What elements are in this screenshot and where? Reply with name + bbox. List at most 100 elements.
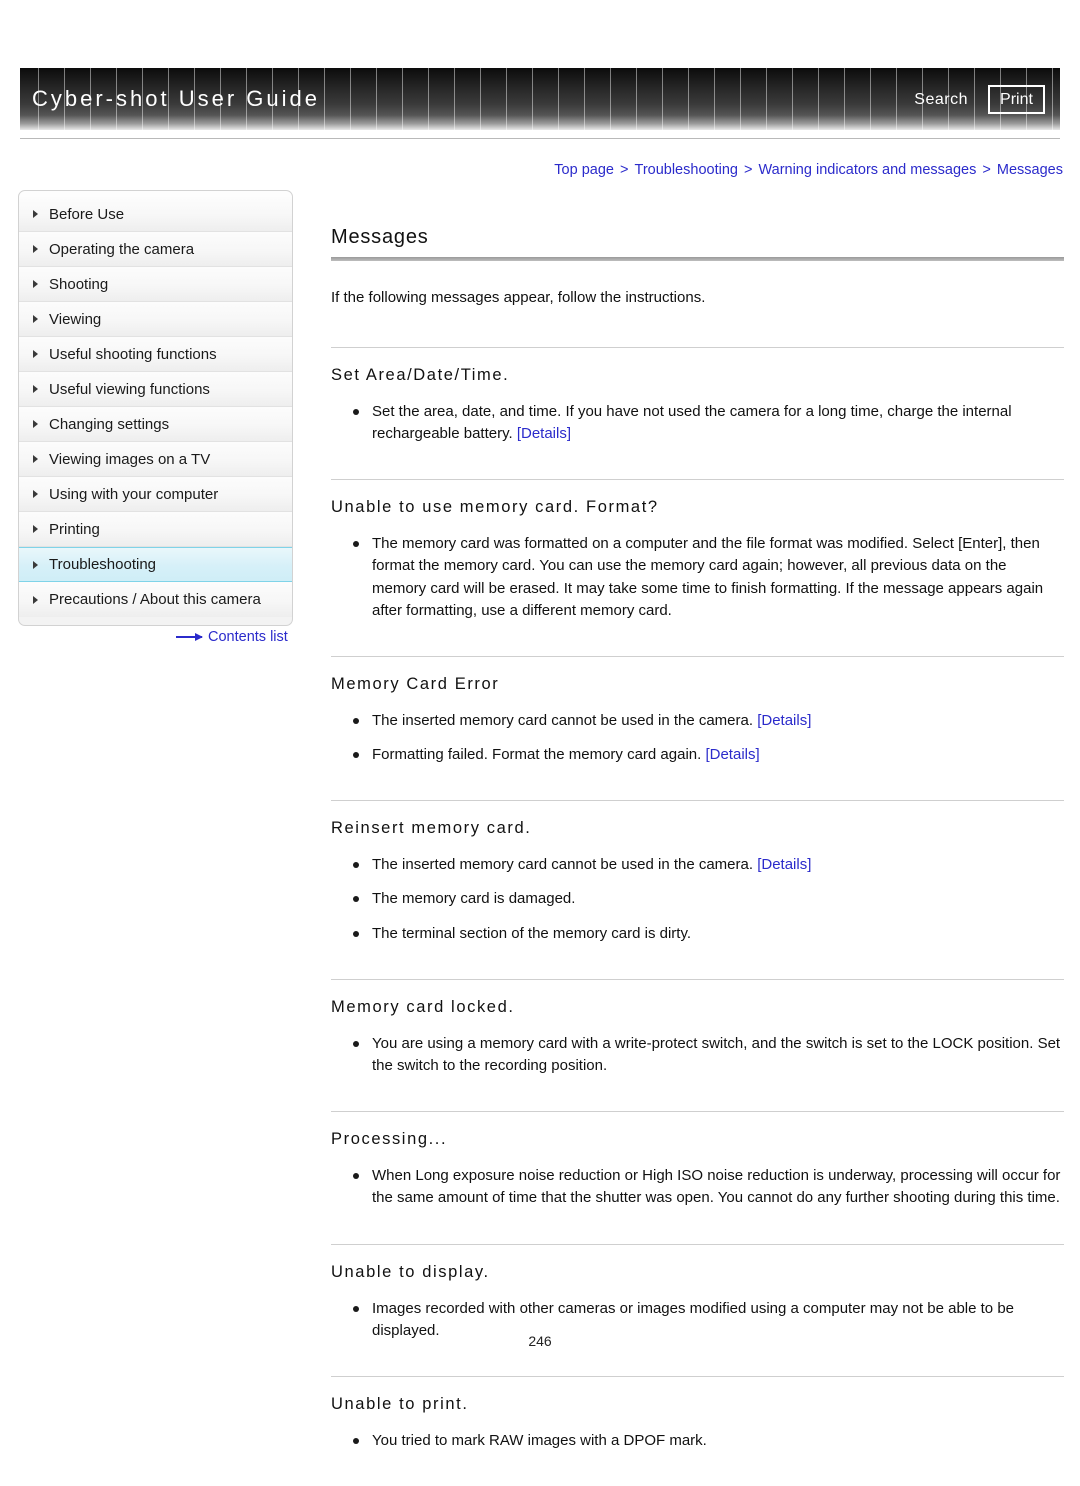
- sidebar-item-label: Useful shooting functions: [49, 345, 217, 363]
- section-divider: [331, 346, 1064, 348]
- section-memory-card-error: Memory Card Error The inserted memory car…: [331, 655, 1064, 766]
- section-unable-to-print: Unable to print. You tried to mark RAW im…: [331, 1375, 1064, 1452]
- list-item: You tried to mark RAW images with a DPOF…: [353, 1430, 1064, 1452]
- sidebar-item-troubleshooting[interactable]: Troubleshooting: [19, 547, 292, 582]
- triangle-right-icon: [33, 420, 38, 428]
- details-link[interactable]: [Details]: [705, 746, 759, 763]
- section-heading: Unable to use memory card. Format?: [331, 498, 659, 517]
- breadcrumb-item-3[interactable]: Warning indicators and messages: [758, 162, 976, 178]
- list-item-text: Formatting failed. Format the memory car…: [372, 746, 702, 764]
- sidebar-item-operating-the-camera[interactable]: Operating the camera: [19, 232, 292, 267]
- page-number: 246: [528, 1333, 552, 1349]
- list-item: The inserted memory card cannot be used …: [353, 854, 1064, 876]
- list-item: You are using a memory card with a write…: [353, 1033, 1064, 1077]
- sidebar-item-changing-settings[interactable]: Changing settings: [19, 407, 292, 442]
- sidebar-item-label: Using with your computer: [49, 485, 219, 503]
- section-memory-card-locked: Memory card locked. You are using a memor…: [331, 978, 1064, 1077]
- list-item-text: The memory card is damaged.: [372, 890, 576, 908]
- sidebar-item-viewing-images-on-a-tv[interactable]: Viewing images on a TV: [19, 442, 292, 477]
- header-banner: Cyber-shot User Guide Search Print: [20, 68, 1060, 130]
- list-item-text: Set the area, date, and time. If you hav…: [372, 402, 1012, 442]
- bullet-list: You tried to mark RAW images with a DPOF…: [331, 1430, 1064, 1452]
- sidebar-item-precautions-about-this-camera[interactable]: Precautions / About this camera: [19, 582, 292, 617]
- app-title: Cyber-shot User Guide: [32, 86, 320, 111]
- section-divider: [331, 1243, 1064, 1245]
- triangle-right-icon: [33, 455, 38, 463]
- list-item: The terminal section of the memory card …: [353, 923, 1064, 945]
- list-item-text: The memory card was formatted on a compu…: [372, 535, 1044, 619]
- contents-list-link[interactable]: Contents list: [176, 629, 288, 645]
- sidebar-item-label: Operating the camera: [49, 240, 195, 258]
- sidebar-item-label: Useful viewing functions: [49, 380, 210, 398]
- section-divider: [331, 978, 1064, 980]
- sidebar-item-label: Printing: [49, 520, 100, 538]
- section-heading: Memory Card Error: [331, 674, 500, 693]
- sidebar-item-useful-shooting-functions[interactable]: Useful shooting functions: [19, 337, 292, 372]
- details-link[interactable]: [Details]: [757, 856, 811, 873]
- section-heading: Unable to display.: [331, 1262, 490, 1281]
- triangle-right-icon: [33, 280, 38, 288]
- sidebar-item-label: Before Use: [49, 205, 125, 223]
- section-divider: [331, 800, 1064, 802]
- triangle-right-icon: [33, 490, 38, 498]
- section-heading: Memory card locked.: [331, 997, 515, 1016]
- breadcrumb-separator: >: [739, 162, 757, 178]
- header-divider: [20, 138, 1060, 139]
- sidebar-item-shooting[interactable]: Shooting: [19, 267, 292, 302]
- list-item-text: The terminal section of the memory card …: [372, 924, 691, 942]
- section-heading: Set Area/Date/Time.: [331, 365, 510, 384]
- triangle-right-icon: [33, 525, 38, 533]
- sidebar-item-label: Precautions / About this camera: [49, 591, 261, 608]
- triangle-right-icon: [33, 350, 38, 358]
- sidebar-item-label: Troubleshooting: [49, 556, 157, 573]
- section-reinsert-memory-card: Reinsert memory card. The inserted memory…: [331, 800, 1064, 945]
- triangle-right-icon: [33, 560, 38, 569]
- details-link[interactable]: [Details]: [757, 712, 811, 729]
- message-sections: Set Area/Date/Time. Set the area, date, a…: [331, 346, 1064, 1452]
- search-button[interactable]: Search: [914, 91, 968, 109]
- main-content: Messages If the following messages appea…: [331, 226, 1064, 1486]
- page-title: Messages: [331, 226, 429, 248]
- triangle-right-icon: [33, 315, 38, 323]
- section-unable-to-display: Unable to display. Images recorded with o…: [331, 1243, 1064, 1342]
- sidebar-item-label: Viewing: [49, 310, 102, 328]
- banner-stripes-background: Cyber-shot User Guide Search Print: [20, 68, 1060, 130]
- breadcrumb-item-1[interactable]: Top page: [554, 162, 614, 178]
- list-item: Formatting failed. Format the memory car…: [353, 744, 1064, 766]
- sidebar-item-printing[interactable]: Printing: [19, 512, 292, 547]
- sidebar-item-viewing[interactable]: Viewing: [19, 302, 292, 337]
- breadcrumb: Top page > Troubleshooting > Warning ind…: [554, 162, 1063, 178]
- triangle-right-icon: [33, 245, 38, 253]
- breadcrumb-item-2[interactable]: Troubleshooting: [635, 162, 738, 178]
- list-item: The inserted memory card cannot be used …: [353, 710, 1064, 732]
- intro-paragraph: If the following messages appear, follow…: [331, 289, 706, 306]
- bullet-list: The inserted memory card cannot be used …: [331, 710, 1064, 766]
- list-item-text: The inserted memory card cannot be used …: [372, 711, 754, 729]
- bullet-list: The inserted memory card cannot be used …: [331, 854, 1064, 945]
- details-link[interactable]: [Details]: [517, 425, 571, 442]
- section-divider: [331, 479, 1064, 481]
- section-processing: Processing... When Long exposure noise re…: [331, 1111, 1064, 1209]
- section-heading: Unable to print.: [331, 1394, 469, 1413]
- list-item: Set the area, date, and time. If you hav…: [353, 401, 1064, 445]
- sidebar-item-useful-viewing-functions[interactable]: Useful viewing functions: [19, 372, 292, 407]
- list-item-text: When Long exposure noise reduction or Hi…: [372, 1167, 1061, 1207]
- list-item: When Long exposure noise reduction or Hi…: [353, 1165, 1064, 1209]
- list-item-text: You tried to mark RAW images with a DPOF…: [372, 1431, 707, 1449]
- sidebar-item-using-with-your-computer[interactable]: Using with your computer: [19, 477, 292, 512]
- section-heading: Processing...: [331, 1130, 448, 1149]
- section-unable-to-use-memory-card-format: Unable to use memory card. Format? The me…: [331, 479, 1064, 622]
- sidebar-item-before-use[interactable]: Before Use: [19, 197, 292, 232]
- section-divider: [331, 655, 1064, 657]
- bullet-list: Set the area, date, and time. If you hav…: [331, 401, 1064, 445]
- section-divider: [331, 1375, 1064, 1377]
- title-underline: [331, 257, 1064, 261]
- breadcrumb-separator: >: [978, 162, 995, 178]
- list-item: The memory card is damaged.: [353, 888, 1064, 910]
- print-button[interactable]: Print: [988, 85, 1045, 114]
- section-set-area-date-time: Set Area/Date/Time. Set the area, date, a…: [331, 346, 1064, 445]
- arrow-right-icon: [176, 633, 203, 641]
- breadcrumb-item-4: Messages: [996, 162, 1063, 178]
- sidebar-item-label: Viewing images on a TV: [49, 450, 211, 468]
- bullet-list: The memory card was formatted on a compu…: [331, 533, 1064, 622]
